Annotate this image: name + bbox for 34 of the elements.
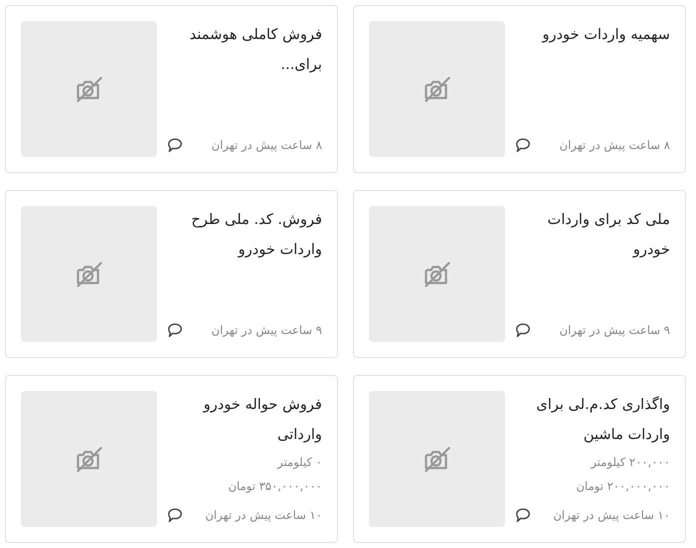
listing-title: سهمیه واردات خودرو xyxy=(540,26,670,45)
mileage-text: ۲۰۰,۰۰۰ کیلومتر xyxy=(590,454,670,471)
listing-title: فروش حواله خودرو وارداتی xyxy=(202,396,322,445)
listing-card[interactable]: فروش. کد. ملی طرح واردات خودرو ۹ ساعت پیش در تهران xyxy=(5,190,338,358)
mileage-text: ۰ کیلومتر xyxy=(276,454,322,471)
posted-time-text: ۸ ساعت پیش در تهران xyxy=(211,137,322,154)
listing-title: واگذاری کد.م.لی برای واردات ماشین xyxy=(535,395,670,445)
price-text: ۳۵۰,۰۰۰,۰۰۰ تومان xyxy=(227,478,322,495)
listing-card[interactable]: سهمیه واردات خودرو ۸ ساعت پیش در تهران xyxy=(353,5,686,173)
chat-icon[interactable] xyxy=(515,508,531,522)
listing-card[interactable]: فروش حواله خودرو وارداتی ۰ کیلومتر ۳۵۰,۰۰۰,۰۰۰ تومان ۱۰ ساعت پیش در تهران xyxy=(5,375,338,543)
chat-icon[interactable] xyxy=(167,138,183,152)
listing-title: فروش کاملی هوشمند برای... xyxy=(188,26,322,75)
camera-off-icon xyxy=(422,259,452,289)
camera-off-icon xyxy=(74,444,104,474)
posted-time-text: ۹ ساعت پیش در تهران xyxy=(559,322,670,339)
camera-off-icon xyxy=(422,74,452,104)
listing-card[interactable]: ملی کد برای واردات خودرو ۹ ساعت پیش در تهران xyxy=(353,190,686,358)
listing-card[interactable]: واگذاری کد.م.لی برای واردات ماشین ۲۰۰,۰۰۰ کیلومتر ۲۰۰,۰۰۰,۰۰۰ تومان ۱۰ ساعت پیش در تهران xyxy=(353,375,686,543)
listing-card[interactable]: فروش کاملی هوشمند برای... ۸ ساعت پیش در تهران xyxy=(5,5,338,173)
chat-icon[interactable] xyxy=(167,508,183,522)
chat-icon[interactable] xyxy=(515,138,531,152)
listing-title: ملی کد برای واردات خودرو xyxy=(546,211,670,260)
posted-time-text: ۹ ساعت پیش در تهران xyxy=(211,322,322,339)
chat-icon[interactable] xyxy=(167,322,183,338)
chat-icon[interactable] xyxy=(515,322,531,338)
camera-off-icon xyxy=(74,74,104,104)
price-text: ۲۰۰,۰۰۰,۰۰۰ تومان xyxy=(575,478,670,495)
posted-time-text: ۱۰ ساعت پیش در تهران xyxy=(205,507,322,524)
posted-time-text: ۱۰ ساعت پیش در تهران xyxy=(553,507,670,524)
listing-title: فروش. کد. ملی طرح واردات خودرو xyxy=(190,211,322,260)
posted-time-text: ۸ ساعت پیش در تهران xyxy=(559,137,670,154)
camera-off-icon xyxy=(74,259,104,289)
camera-off-icon xyxy=(422,444,452,474)
